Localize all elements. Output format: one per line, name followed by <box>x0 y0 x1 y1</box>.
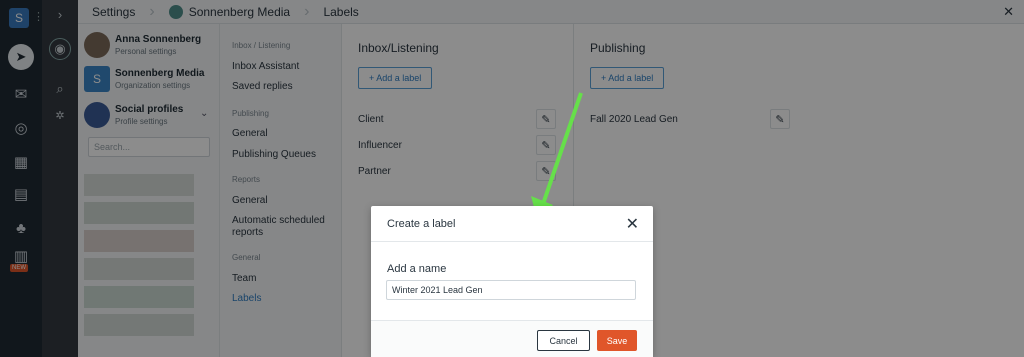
modal-footer: Cancel Save <box>371 320 653 357</box>
cancel-button[interactable]: Cancel <box>537 330 590 351</box>
modal-header: Create a label ✕ <box>371 206 653 242</box>
modal-title: Create a label <box>387 218 456 230</box>
label-name-input[interactable] <box>386 280 636 300</box>
save-button[interactable]: Save <box>597 330 637 351</box>
field-label: Add a name <box>387 263 447 275</box>
create-label-modal: Create a label ✕ Add a name Cancel Save <box>371 206 653 357</box>
arrow-shaft <box>539 92 583 211</box>
close-icon[interactable]: ✕ <box>626 214 639 234</box>
